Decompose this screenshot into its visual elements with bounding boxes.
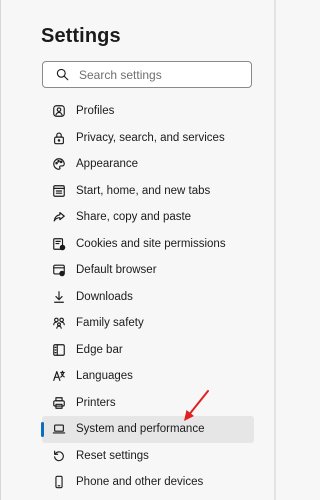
sidebar-item-label: Cookies and site permissions — [76, 237, 226, 250]
sidebar-item-label: System and performance — [76, 423, 205, 436]
start-page-icon — [51, 183, 67, 199]
profile-icon — [51, 103, 67, 119]
sidebar-item-start-home[interactable]: Start, home, and new tabs — [42, 178, 254, 205]
sidebar-item-label: Downloads — [76, 290, 133, 303]
sidebar-item-label: Default browser — [76, 264, 157, 277]
sidebar-item-appearance[interactable]: Appearance — [42, 151, 254, 178]
search-box[interactable] — [42, 61, 252, 88]
family-icon — [51, 315, 67, 331]
right-border — [274, 0, 276, 500]
sidebar-item-share-copy-paste[interactable]: Share, copy and paste — [42, 204, 254, 231]
share-icon — [51, 209, 67, 225]
annotation-arrow-icon — [184, 390, 209, 421]
sidebar-item-phone-devices[interactable]: Phone and other devices — [42, 469, 254, 496]
sidebar-item-edge-bar[interactable]: Edge bar — [42, 337, 254, 364]
sidebar-item-default-browser[interactable]: Default browser — [42, 257, 254, 284]
search-icon — [54, 67, 70, 83]
sidebar-item-privacy[interactable]: Privacy, search, and services — [42, 125, 254, 152]
sidebar-item-profiles[interactable]: Profiles — [42, 98, 254, 125]
settings-nav: Profiles Privacy, search, and services A… — [41, 98, 254, 496]
lock-icon — [51, 130, 67, 146]
sidebar-item-label: Edge bar — [76, 343, 123, 356]
sidebar-item-label: Share, copy and paste — [76, 211, 192, 224]
sidebar-item-label: Start, home, and new tabs — [76, 184, 211, 197]
palette-icon — [51, 156, 67, 172]
page-title: Settings — [41, 25, 121, 47]
download-icon — [51, 289, 67, 305]
sidebar-item-family-safety[interactable]: Family safety — [42, 310, 254, 337]
sidebar-item-label: Family safety — [76, 317, 144, 330]
sidebar-item-label: Printers — [76, 396, 116, 409]
sidebar-item-label: Languages — [76, 370, 133, 383]
sidebar-item-system-performance[interactable]: System and performance — [41, 416, 254, 443]
edge-bar-icon — [51, 342, 67, 358]
left-border — [0, 0, 1, 500]
laptop-icon — [51, 421, 67, 437]
sidebar-item-label: Phone and other devices — [76, 476, 204, 489]
sidebar-item-label: Appearance — [76, 158, 139, 171]
sidebar-item-label: Profiles — [76, 105, 115, 118]
sidebar-item-cookies[interactable]: Cookies and site permissions — [42, 231, 254, 258]
search-input[interactable] — [79, 67, 239, 82]
phone-icon — [51, 474, 67, 490]
sidebar-item-downloads[interactable]: Downloads — [42, 284, 254, 311]
sidebar-item-printers[interactable]: Printers — [42, 390, 254, 417]
default-browser-icon — [51, 262, 67, 278]
sidebar-item-label: Reset settings — [76, 449, 149, 462]
settings-page: Settings Profiles Privacy, search, and s… — [0, 0, 276, 500]
sidebar-item-languages[interactable]: Languages — [42, 363, 254, 390]
languages-icon — [51, 368, 67, 384]
printer-icon — [51, 395, 67, 411]
cookies-icon — [51, 236, 67, 252]
sidebar-item-label: Privacy, search, and services — [76, 131, 225, 144]
sidebar-item-reset-settings[interactable]: Reset settings — [42, 443, 254, 470]
reset-icon — [51, 448, 67, 464]
